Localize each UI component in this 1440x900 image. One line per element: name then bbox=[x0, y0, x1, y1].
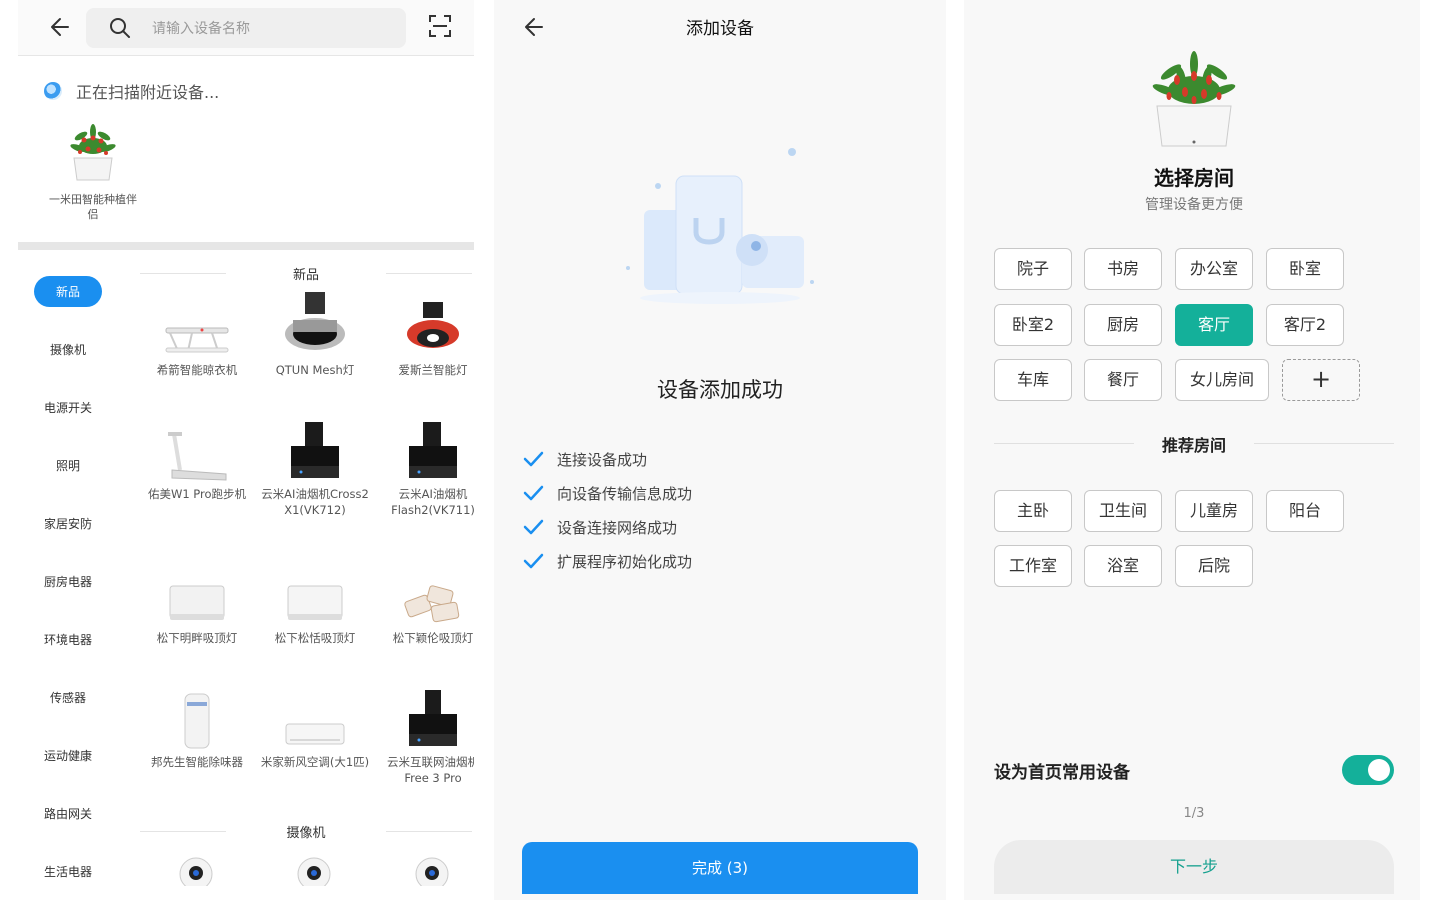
room-option[interactable]: 客厅2 bbox=[1266, 304, 1344, 346]
recommended-room[interactable]: 卫生间 bbox=[1084, 490, 1162, 532]
category-item-security[interactable]: 家居安防 bbox=[18, 494, 118, 552]
product-card[interactable]: 希箭智能晾衣机 bbox=[138, 286, 256, 378]
search-header: 请输入设备名称 bbox=[18, 0, 474, 56]
spotlight-icon bbox=[285, 292, 345, 350]
camera-product-icon[interactable] bbox=[296, 856, 332, 886]
scanning-status: 正在扫描附近设备... bbox=[44, 78, 219, 104]
product-card[interactable]: 云米AI油烟机 Flash2(VK711) bbox=[374, 410, 474, 518]
room-option[interactable]: 餐厅 bbox=[1084, 359, 1162, 401]
room-option[interactable]: 书房 bbox=[1084, 248, 1162, 290]
category-item-health[interactable]: 运动健康 bbox=[18, 726, 118, 784]
done-button[interactable]: 完成 (3) bbox=[522, 842, 918, 894]
check-icon bbox=[523, 553, 544, 569]
found-device[interactable]: 一米田智能种植伴侣 bbox=[48, 122, 138, 222]
recommended-room[interactable]: 后院 bbox=[1175, 545, 1253, 587]
camera-product-icon[interactable] bbox=[414, 856, 450, 886]
check-icon bbox=[523, 451, 544, 467]
product-card[interactable]: 云米互联网油烟机 Free 3 Pro bbox=[374, 678, 474, 786]
step-item: 连接设备成功 bbox=[522, 442, 692, 476]
device-search-panel: 请输入设备名称 正在扫描附近设备... 一米田智能种植伴侣 新品 摄像机 电源开… bbox=[18, 0, 474, 900]
scanning-icon bbox=[44, 82, 62, 100]
page-title: 添加设备 bbox=[686, 19, 754, 39]
category-item-kitchen[interactable]: 厨房电器 bbox=[18, 552, 118, 610]
device-success-illustration bbox=[626, 148, 814, 304]
recommended-room[interactable]: 工作室 bbox=[994, 545, 1072, 587]
product-card[interactable]: 佑美W1 Pro跑步机 bbox=[138, 410, 256, 502]
select-room-panel: 选择房间 管理设备更方便 院子 书房 办公室 卧室 卧室2 厨房 客厅 客厅2 … bbox=[964, 0, 1420, 900]
room-option[interactable]: 院子 bbox=[994, 248, 1072, 290]
spotlight-red-icon bbox=[407, 302, 459, 348]
ceiling-light-icon bbox=[169, 585, 225, 620]
check-icon bbox=[523, 485, 544, 501]
product-card[interactable]: 爱斯兰智能灯 bbox=[374, 286, 474, 378]
ceiling-light-fancy-icon bbox=[404, 585, 460, 623]
product-card[interactable]: 松下松恬吸顶灯 bbox=[256, 554, 374, 646]
step-item: 向设备传输信息成功 bbox=[522, 476, 692, 510]
category-item-router[interactable]: 路由网关 bbox=[18, 784, 118, 842]
range-hood-icon bbox=[409, 690, 457, 746]
room-option[interactable]: 车库 bbox=[994, 359, 1072, 401]
search-placeholder: 请输入设备名称 bbox=[152, 21, 250, 37]
air-conditioner-icon bbox=[285, 723, 345, 745]
step-item: 扩展程序初始化成功 bbox=[522, 544, 692, 578]
section-title-new: 新品 bbox=[138, 264, 474, 283]
category-item-environment[interactable]: 环境电器 bbox=[18, 610, 118, 668]
page-subtitle: 管理设备更方便 bbox=[1145, 197, 1243, 213]
deodorizer-icon bbox=[184, 693, 210, 749]
check-icon bbox=[523, 519, 544, 535]
range-hood-icon bbox=[291, 422, 339, 478]
back-arrow-icon[interactable] bbox=[46, 12, 76, 42]
camera-product-icon[interactable] bbox=[178, 856, 214, 886]
category-item-switch[interactable]: 电源开关 bbox=[18, 378, 118, 436]
next-step-button[interactable]: 下一步 bbox=[994, 840, 1394, 894]
favorite-device-toggle[interactable] bbox=[1342, 755, 1394, 785]
product-card[interactable]: 云米AI油烟机Cross2 X1(VK712) bbox=[256, 410, 374, 518]
clothes-rack-icon bbox=[165, 327, 229, 353]
category-sidebar: 新品 摄像机 电源开关 照明 家居安防 厨房电器 环境电器 传感器 运动健康 路… bbox=[18, 262, 118, 900]
recommended-room[interactable]: 浴室 bbox=[1084, 545, 1162, 587]
search-input[interactable]: 请输入设备名称 bbox=[86, 8, 406, 48]
scanning-text: 正在扫描附近设备... bbox=[76, 83, 220, 102]
category-item-camera[interactable]: 摄像机 bbox=[18, 320, 118, 378]
treadmill-icon bbox=[168, 432, 227, 481]
step-item: 设备连接网络成功 bbox=[522, 510, 692, 544]
page-title: 选择房间 bbox=[1154, 166, 1234, 190]
category-item-appliance[interactable]: 生活电器 bbox=[18, 842, 118, 900]
section-divider bbox=[18, 242, 474, 250]
scan-qr-icon[interactable] bbox=[428, 14, 452, 38]
section-title-camera: 摄像机 bbox=[138, 822, 474, 841]
plant-pot-icon bbox=[1152, 51, 1236, 147]
room-option[interactable]: 厨房 bbox=[1084, 304, 1162, 346]
category-item-lighting[interactable]: 照明 bbox=[18, 436, 118, 494]
recommended-room[interactable]: 主卧 bbox=[994, 490, 1072, 532]
product-card[interactable]: QTUN Mesh灯 bbox=[256, 286, 374, 378]
favorite-device-label: 设为首页常用设备 bbox=[994, 763, 1130, 783]
room-option[interactable]: 办公室 bbox=[1175, 248, 1253, 290]
range-hood-icon bbox=[409, 422, 457, 478]
found-device-name: 一米田智能种植伴侣 bbox=[49, 193, 137, 221]
setup-steps: 连接设备成功 向设备传输信息成功 设备连接网络成功 扩展程序初始化成功 bbox=[522, 442, 692, 578]
add-room-button[interactable]: + bbox=[1282, 359, 1360, 401]
room-option-selected[interactable]: 客厅 bbox=[1175, 304, 1253, 346]
recommended-room[interactable]: 儿童房 bbox=[1175, 490, 1253, 532]
product-card[interactable]: 邦先生智能除味器 bbox=[138, 678, 256, 770]
room-option[interactable]: 女儿房间 bbox=[1175, 359, 1269, 401]
search-icon bbox=[110, 18, 130, 38]
recommended-rooms-title: 推荐房间 bbox=[994, 432, 1394, 456]
product-card[interactable]: 松下明畔吸顶灯 bbox=[138, 554, 256, 646]
room-option[interactable]: 卧室2 bbox=[994, 304, 1072, 346]
page-indicator: 1/3 bbox=[1183, 806, 1205, 821]
ceiling-light-icon bbox=[287, 585, 343, 620]
product-card[interactable]: 米家新风空调(大1匹) bbox=[256, 678, 374, 770]
add-device-panel: 添加设备 设备添加成功 连接设备成功 向设备传输信息成功 设备连接网络成功 扩展… bbox=[494, 0, 946, 900]
recommended-room[interactable]: 阳台 bbox=[1266, 490, 1344, 532]
room-option[interactable]: 卧室 bbox=[1266, 248, 1344, 290]
product-card[interactable]: 松下颖伦吸顶灯 bbox=[374, 554, 474, 646]
category-item-sensor[interactable]: 传感器 bbox=[18, 668, 118, 726]
success-title: 设备添加成功 bbox=[657, 378, 783, 402]
plant-pot-icon bbox=[70, 124, 116, 181]
toggle-knob bbox=[1368, 759, 1390, 781]
category-item-new[interactable]: 新品 bbox=[18, 262, 118, 320]
